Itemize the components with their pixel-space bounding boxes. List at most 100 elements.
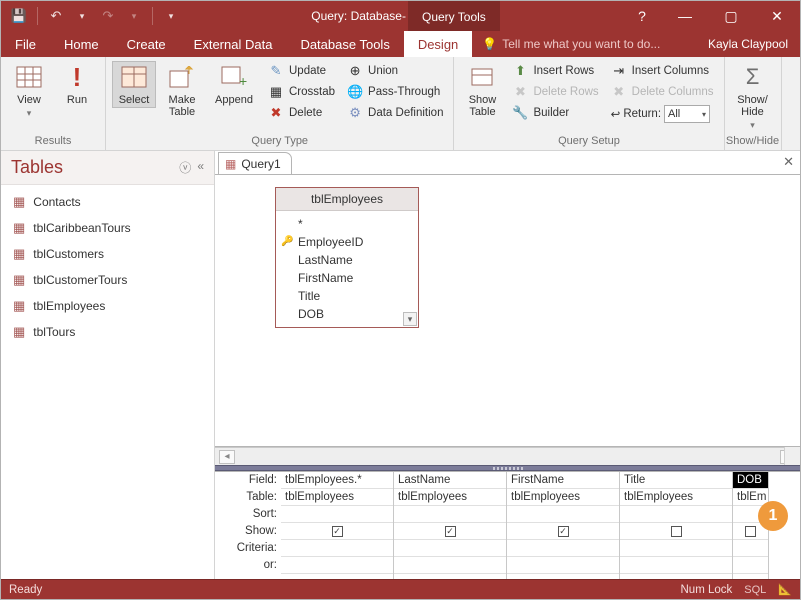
nav-header[interactable]: Tables ⓥ « — [1, 151, 214, 185]
qbe-cell[interactable] — [620, 540, 732, 557]
tab-file[interactable]: File — [1, 31, 50, 57]
qbe-cell[interactable] — [281, 557, 393, 574]
qbe-cell[interactable] — [620, 523, 732, 540]
show-checkbox[interactable]: ✓ — [558, 526, 569, 537]
view-button[interactable]: View ▾ — [7, 61, 51, 121]
field-list-item[interactable]: * — [276, 215, 418, 233]
return-row: ↩ Return: All▾ — [607, 103, 718, 125]
show-checkbox[interactable] — [745, 526, 756, 537]
undo-icon[interactable]: ↶ — [48, 8, 64, 24]
qbe-cell[interactable]: FirstName — [507, 472, 619, 489]
tab-external-data[interactable]: External Data — [180, 31, 287, 57]
field-list-item[interactable]: DOB — [276, 305, 418, 323]
field-list-item[interactable]: FirstName — [276, 269, 418, 287]
qbe-cell[interactable]: tblEmployees — [507, 489, 619, 506]
design-surface[interactable]: tblEmployees *EmployeeID🔑LastNameFirstNa… — [215, 175, 800, 447]
nav-filter-icon[interactable]: ⓥ — [179, 159, 191, 176]
show-table-button[interactable]: Show Table — [460, 61, 504, 120]
qbe-cell[interactable] — [394, 557, 506, 574]
qbe-cell[interactable]: ✓ — [281, 523, 393, 540]
qbe-cell[interactable] — [620, 506, 732, 523]
show-checkbox[interactable] — [671, 526, 682, 537]
field-list-tblemployees[interactable]: tblEmployees *EmployeeID🔑LastNameFirstNa… — [275, 187, 419, 328]
qbe-column[interactable]: FirstNametblEmployees ✓ — [507, 472, 620, 579]
qbe-cell[interactable] — [733, 540, 768, 557]
insert-rows-button[interactable]: ⬆Insert Rows — [508, 61, 602, 81]
redo-dropdown-icon[interactable]: ▾ — [126, 8, 142, 24]
qbe-grid[interactable]: Field:Table:Sort:Show:Criteria:or: tblEm… — [215, 471, 800, 579]
tab-design[interactable]: Design — [404, 31, 472, 57]
data-definition-button[interactable]: ⚙Data Definition — [343, 103, 447, 123]
qbe-cell[interactable]: ✓ — [507, 523, 619, 540]
undo-dropdown-icon[interactable]: ▾ — [74, 8, 90, 24]
qat-customize-icon[interactable]: ▾ — [163, 8, 179, 24]
make-table-button[interactable]: Make Table — [160, 61, 204, 120]
union-button[interactable]: ⊕Union — [343, 61, 447, 81]
qbe-cell[interactable]: tblEmployees.* — [281, 472, 393, 489]
crosstab-button[interactable]: ▦Crosstab — [264, 82, 339, 102]
field-list-item[interactable]: EmployeeID🔑 — [276, 233, 418, 251]
append-button[interactable]: + Append — [208, 61, 260, 108]
data-definition-icon: ⚙ — [347, 105, 363, 121]
tab-create[interactable]: Create — [113, 31, 180, 57]
minimize-button[interactable]: ― — [662, 1, 708, 31]
show-checkbox[interactable]: ✓ — [445, 526, 456, 537]
qbe-column[interactable]: TitletblEmployees — [620, 472, 733, 579]
field-list-scroll-down-icon[interactable]: ▾ — [403, 312, 417, 326]
user-label[interactable]: Kayla Claypool — [708, 31, 788, 57]
qbe-cell[interactable]: tblEmployees — [281, 489, 393, 506]
nav-collapse-icon[interactable]: « — [197, 159, 204, 176]
qbe-cell[interactable] — [733, 557, 768, 574]
tab-database-tools[interactable]: Database Tools — [286, 31, 403, 57]
insert-columns-button[interactable]: ⇥Insert Columns — [607, 61, 718, 81]
qbe-cell[interactable]: Title — [620, 472, 732, 489]
tell-me-search[interactable]: 💡 Tell me what you want to do... — [472, 31, 660, 57]
delete-query-button[interactable]: ✖Delete — [264, 103, 339, 123]
show-checkbox[interactable]: ✓ — [332, 526, 343, 537]
qbe-cell[interactable]: tblEmployees — [394, 489, 506, 506]
field-list-item[interactable]: Title — [276, 287, 418, 305]
update-button[interactable]: ✎Update — [264, 61, 339, 81]
help-icon[interactable]: ? — [622, 1, 662, 31]
qbe-cell[interactable] — [394, 506, 506, 523]
restore-button[interactable]: ▢ — [708, 1, 754, 31]
close-button[interactable]: ✕ — [754, 1, 800, 31]
pass-through-button[interactable]: 🌐Pass-Through — [343, 82, 447, 102]
qbe-cell[interactable]: ✓ — [394, 523, 506, 540]
builder-button[interactable]: 🔧Builder — [508, 103, 602, 123]
qbe-cell[interactable] — [281, 506, 393, 523]
qbe-cell[interactable] — [507, 557, 619, 574]
save-icon[interactable]: 💾 — [11, 8, 27, 24]
qbe-cell[interactable]: DOB — [733, 472, 768, 489]
nav-item[interactable]: ▦tblEmployees — [1, 293, 214, 319]
totals-button[interactable]: Σ Show/ Hide ▾ — [731, 61, 775, 133]
delete-query-icon: ✖ — [268, 105, 284, 121]
qbe-cell[interactable] — [507, 506, 619, 523]
tab-home[interactable]: Home — [50, 31, 113, 57]
qbe-cell[interactable] — [507, 540, 619, 557]
qbe-column[interactable]: tblEmployees.*tblEmployees ✓ — [281, 472, 394, 579]
select-query-button[interactable]: Select — [112, 61, 156, 108]
qbe-cell[interactable]: LastName — [394, 472, 506, 489]
qbe-cell[interactable] — [394, 540, 506, 557]
sql-view-icon[interactable]: SQL — [744, 584, 766, 596]
nav-item-label: tblCustomerTours — [33, 273, 127, 287]
scroll-left-icon[interactable]: ◂ — [219, 450, 235, 464]
qbe-column[interactable]: LastNametblEmployees ✓ — [394, 472, 507, 579]
nav-item[interactable]: ▦tblCustomers — [1, 241, 214, 267]
return-select[interactable]: All▾ — [664, 105, 710, 123]
run-button[interactable]: ! Run — [55, 61, 99, 108]
qbe-cell[interactable] — [281, 540, 393, 557]
document-tab-query1[interactable]: ▦ Query1 — [218, 152, 292, 174]
nav-item[interactable]: ▦tblCustomerTours — [1, 267, 214, 293]
nav-item[interactable]: ▦Contacts — [1, 189, 214, 215]
design-view-icon[interactable]: 📐 — [778, 583, 792, 596]
qbe-cell[interactable]: tblEmployees — [620, 489, 732, 506]
nav-item[interactable]: ▦tblCaribbeanTours — [1, 215, 214, 241]
close-document-icon[interactable]: ✕ — [783, 154, 794, 170]
field-list-item[interactable]: LastName — [276, 251, 418, 269]
redo-icon[interactable]: ↷ — [100, 8, 116, 24]
qbe-cell[interactable] — [620, 557, 732, 574]
horizontal-scrollbar-upper[interactable]: ◂ ▸ — [215, 447, 800, 465]
nav-item[interactable]: ▦tblTours — [1, 319, 214, 345]
